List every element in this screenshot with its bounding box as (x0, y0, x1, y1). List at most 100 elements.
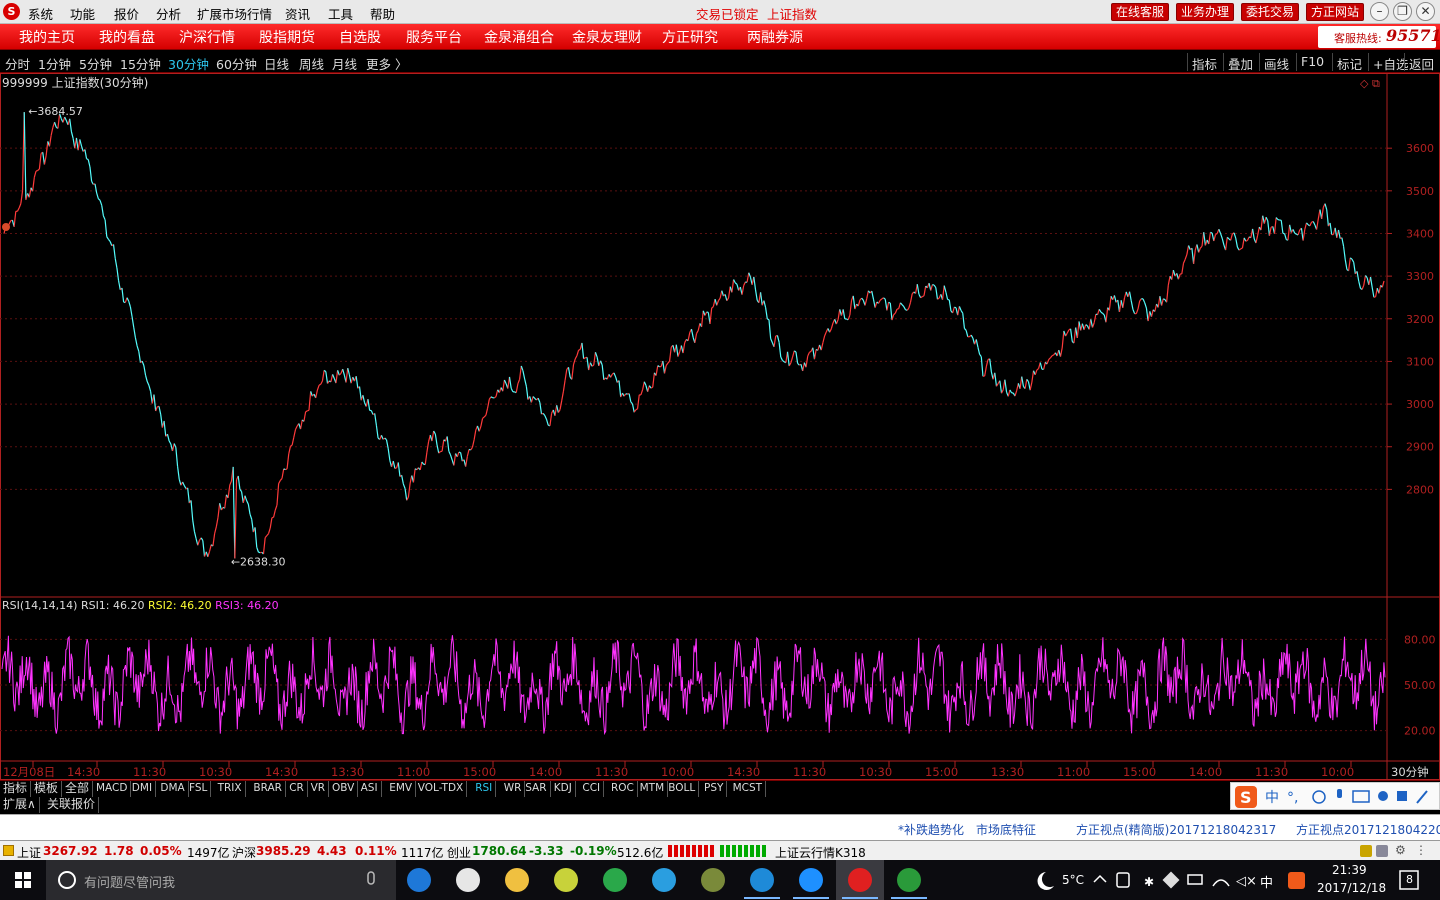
restore-icon[interactable]: ❐ (1393, 2, 1412, 21)
nav-research[interactable]: 方正研究 (662, 27, 718, 47)
app-icon[interactable] (554, 868, 578, 892)
tool-draw[interactable]: 画线 (1259, 53, 1293, 72)
indicator-tab-mtm[interactable]: MTM (637, 781, 669, 797)
search-placeholder[interactable]: 有问题尽管问我 (84, 872, 175, 891)
indicator-tab-rsi[interactable]: RSI (472, 781, 497, 797)
tool-mark[interactable]: 标记 (1332, 53, 1366, 72)
nav-futures[interactable]: 股指期货 (259, 27, 315, 47)
settings-icon[interactable]: ⚙ (1395, 843, 1406, 857)
resize-icon[interactable]: ⋮ (1415, 843, 1427, 857)
tool-indicator[interactable]: 指标 (1187, 53, 1221, 72)
tool-f10[interactable]: F10 (1296, 53, 1328, 71)
indicator-tab-brar[interactable]: BRAR (250, 781, 286, 797)
indicator-tab-kdj[interactable]: KDJ (551, 781, 576, 797)
indicator-tab-emv[interactable]: EMV (386, 781, 417, 797)
indicator-tab-vol-tdx[interactable]: VOL-TDX (415, 781, 468, 797)
indicator-tab-obv[interactable]: OBV (329, 781, 359, 797)
menu-function[interactable]: 功能 (70, 4, 95, 23)
period-5m[interactable]: 5分钟 (79, 54, 112, 73)
indicator-tab-macd[interactable]: MACD (93, 781, 132, 797)
nav-market[interactable]: 沪深行情 (179, 27, 235, 47)
nav-service[interactable]: 服务平台 (406, 27, 462, 47)
period-1m[interactable]: 1分钟 (38, 54, 71, 73)
indicator-tab-psy[interactable]: PSY (701, 781, 728, 797)
menu-quote[interactable]: 报价 (114, 4, 139, 23)
indicator-tab-指标[interactable]: 指标 (0, 781, 32, 797)
period-month[interactable]: 月线 (332, 54, 357, 73)
menu-square-icon[interactable] (3, 845, 14, 856)
period-60m[interactable]: 60分钟 (216, 54, 257, 73)
menu-news[interactable]: 资讯 (285, 4, 310, 23)
ime-toolbar[interactable]: S 中 °, (1230, 782, 1440, 810)
tool-back[interactable]: 返回 (1404, 53, 1438, 72)
founder-icon[interactable] (848, 868, 872, 892)
related-quote-tab[interactable]: 关联报价 (44, 797, 100, 813)
ie-icon[interactable] (750, 868, 774, 892)
chart-area[interactable]: 999999 上证指数(30分钟) 3600 3500 3400 3300 3200 310… (0, 73, 1440, 780)
nav-home[interactable]: 我的主页 (19, 27, 75, 47)
indicator-tab-asi[interactable]: ASI (358, 781, 382, 797)
indicator-tab-boll[interactable]: BOLL (665, 781, 700, 797)
video-icon[interactable] (652, 868, 676, 892)
lock-icon[interactable] (1360, 845, 1372, 857)
period-week[interactable]: 周线 (299, 54, 324, 73)
indicator-tab-全部[interactable]: 全部 (62, 781, 94, 797)
period-day[interactable]: 日线 (264, 54, 289, 73)
indicator-tab-fsl[interactable]: FSL (186, 781, 212, 797)
indicator-tab-cr[interactable]: CR (286, 781, 308, 797)
news-item[interactable]: 市场底特征 (976, 821, 1036, 838)
website-button[interactable]: 方正网站 (1306, 3, 1364, 21)
wps-icon[interactable] (799, 868, 823, 892)
browser-icon[interactable] (897, 868, 921, 892)
nav-portfolio[interactable]: 金泉涌组合 (484, 27, 554, 47)
close-icon[interactable]: ✕ (1416, 2, 1435, 21)
nav-watchlist[interactable]: 自选股 (339, 27, 381, 47)
menu-ext-market[interactable]: 扩展市场行情 (197, 4, 272, 23)
indicator-tab-dmi[interactable]: DMI (129, 781, 157, 797)
menu-analysis[interactable]: 分析 (156, 4, 181, 23)
indicator-tab-trix[interactable]: TRIX (215, 781, 246, 797)
nav-wealth[interactable]: 金泉友理财 (572, 27, 642, 47)
news-item[interactable]: *补跌趋势化 (898, 821, 964, 838)
ime-indicator[interactable]: 中 (1260, 872, 1273, 891)
nav-margin[interactable]: 两融券源 (747, 27, 803, 47)
price-segment (237, 475, 241, 490)
windows-start-icon[interactable] (15, 872, 31, 888)
indicator-tab-roc[interactable]: ROC (608, 781, 638, 797)
news-item[interactable]: 方正视点20171218042209 (1296, 821, 1440, 838)
file-explorer-icon[interactable] (505, 868, 529, 892)
period-30m[interactable]: 30分钟 (168, 54, 209, 73)
indicator-tab-sar[interactable]: SAR (522, 781, 551, 797)
indicator-tab-cci[interactable]: CCI (579, 781, 605, 797)
clock-date[interactable]: 2017/12/18 (1317, 881, 1386, 895)
news-item[interactable]: 方正视点(精简版)20171218042317 (1076, 821, 1276, 838)
period-15m[interactable]: 15分钟 (120, 54, 161, 73)
period-more[interactable]: 更多 〉 (366, 54, 407, 73)
clock-time[interactable]: 21:39 (1332, 863, 1367, 877)
period-tick[interactable]: 分时 (5, 54, 30, 73)
indicator-tab-vr[interactable]: VR (308, 781, 330, 797)
nav-watch[interactable]: 我的看盘 (99, 27, 155, 47)
cloud-quote-label[interactable]: 上证云行情K318 (775, 844, 866, 861)
price-segment (106, 236, 109, 240)
sh-label: 上证 (17, 846, 42, 860)
app-icon[interactable] (701, 868, 725, 892)
store-icon[interactable] (456, 868, 480, 892)
trade-button[interactable]: 委托交易 (1241, 3, 1299, 21)
price-segment (510, 387, 514, 393)
online-service-button[interactable]: 在线客服 (1111, 3, 1169, 21)
edge-icon[interactable] (407, 868, 431, 892)
app-icon[interactable] (603, 868, 627, 892)
minimize-icon[interactable]: – (1370, 2, 1389, 21)
menu-help[interactable]: 帮助 (370, 4, 395, 23)
indicator-tab-模板[interactable]: 模板 (31, 781, 63, 797)
indicator-tab-dma[interactable]: DMA (157, 781, 189, 797)
tool-overlay[interactable]: 叠加 (1223, 53, 1257, 72)
notes-icon[interactable] (1376, 845, 1388, 857)
business-button[interactable]: 业务办理 (1176, 3, 1234, 21)
price-segment (77, 139, 81, 151)
indicator-tab-mcst[interactable]: MCST (730, 781, 767, 797)
menu-tools[interactable]: 工具 (328, 4, 353, 23)
menu-system[interactable]: 系统 (28, 4, 53, 23)
extend-tab[interactable]: 扩展∧ (0, 797, 40, 813)
